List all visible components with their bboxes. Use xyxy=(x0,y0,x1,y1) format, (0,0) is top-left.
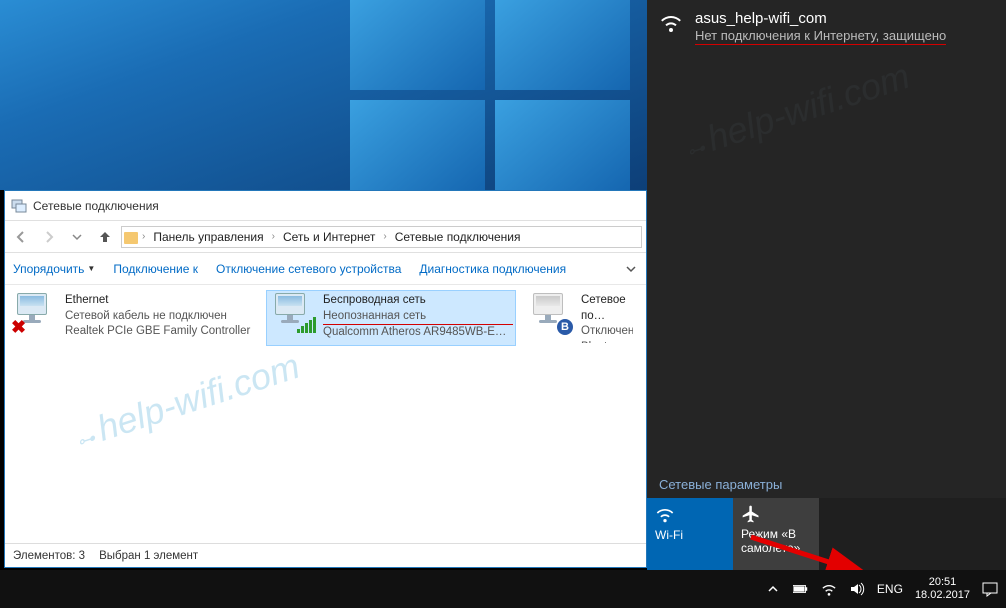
network-connections-icon xyxy=(11,198,27,214)
tile-label-line2: самолете» xyxy=(741,541,800,555)
connection-item-bluetooth[interactable]: B Сетевое по… Отключено Bluetooth D… xyxy=(525,291,635,345)
network-flyout-panel: asus_help-wifi_com Нет подключения к Инт… xyxy=(647,0,1006,570)
nav-forward-button[interactable] xyxy=(37,225,61,249)
tile-label-line1: Режим «В xyxy=(741,527,796,541)
tile-label: Wi-Fi xyxy=(655,528,683,542)
taskbar: ENG 20:51 18.02.2017 xyxy=(0,570,1006,608)
breadcrumb-seg[interactable]: Панель управления xyxy=(149,230,267,244)
disable-device-button[interactable]: Отключение сетевого устройства xyxy=(216,262,401,276)
airplane-mode-tile[interactable]: Режим «В самолете» xyxy=(733,498,819,570)
connections-list: ✖ Ethernet Сетевой кабель не подключен R… xyxy=(5,285,646,351)
nav-dropdown-button[interactable] xyxy=(65,225,89,249)
tray-language-indicator[interactable]: ENG xyxy=(877,582,903,596)
network-quick-tiles: Wi-Fi Режим «В самолете» xyxy=(647,498,1006,570)
wifi-icon xyxy=(655,504,675,524)
wifi-connection-state: Нет подключения к Интернету, защищено xyxy=(695,28,946,45)
connection-detail: Realtek PCIe GBE Family Controller xyxy=(65,324,255,340)
connection-detail: Qualcomm Atheros AR9485WB-E… xyxy=(323,325,513,341)
ethernet-adapter-icon: ✖ xyxy=(11,293,55,333)
tray-battery-icon[interactable] xyxy=(793,581,809,597)
connection-name: Ethernet xyxy=(65,293,255,309)
connection-item-wireless[interactable]: Беспроводная сеть Неопознанная сеть Qual… xyxy=(267,291,515,345)
airplane-icon xyxy=(741,504,761,524)
bluetooth-adapter-icon: B xyxy=(527,293,571,333)
connection-status: Сетевой кабель не подключен xyxy=(65,309,255,325)
tray-action-center-icon[interactable] xyxy=(982,581,998,597)
status-selected-count: Выбран 1 элемент xyxy=(99,550,198,562)
network-settings-label: Сетевые параметры xyxy=(659,477,782,492)
breadcrumb-seg[interactable]: Сеть и Интернет xyxy=(279,230,379,244)
toolbar-overflow-button[interactable] xyxy=(624,262,638,276)
desktop-wallpaper xyxy=(0,0,647,190)
organize-menu[interactable]: Упорядочить▼ xyxy=(13,262,95,276)
chevron-down-icon: ▼ xyxy=(87,264,95,273)
status-bar: Элементов: 3 Выбран 1 элемент xyxy=(5,543,646,567)
tray-volume-icon[interactable] xyxy=(849,581,865,597)
nav-back-button[interactable] xyxy=(9,225,33,249)
breadcrumb-seg[interactable]: Сетевые подключения xyxy=(391,230,525,244)
title-bar[interactable]: Сетевые подключения xyxy=(5,191,646,221)
address-bar[interactable]: › Панель управления › Сеть и Интернет › … xyxy=(121,226,642,248)
tray-time: 20:51 xyxy=(915,576,970,589)
disconnected-x-icon: ✖ xyxy=(11,317,26,338)
connection-detail: Bluetooth D… xyxy=(581,340,633,343)
breadcrumb-separator-icon: › xyxy=(140,231,147,242)
bluetooth-badge-icon: B xyxy=(557,319,573,335)
connection-name: Сетевое по… xyxy=(581,293,633,324)
navigation-bar: › Панель управления › Сеть и Интернет › … xyxy=(5,221,646,253)
toolbar: Упорядочить▼ Подключение к Отключение се… xyxy=(5,253,646,285)
tray-date: 18.02.2017 xyxy=(915,589,970,602)
tray-clock[interactable]: 20:51 18.02.2017 xyxy=(915,576,970,602)
connect-to-button[interactable]: Подключение к xyxy=(113,262,198,276)
wifi-icon xyxy=(659,10,683,34)
wifi-network-entry[interactable]: asus_help-wifi_com Нет подключения к Инт… xyxy=(647,0,1006,49)
network-connections-window: Сетевые подключения › Панель управления … xyxy=(4,190,647,568)
signal-bars-icon xyxy=(297,317,316,333)
tray-chevron-up-icon[interactable] xyxy=(765,581,781,597)
wifi-ssid: asus_help-wifi_com xyxy=(695,10,946,27)
status-item-count: Элементов: 3 xyxy=(13,550,85,562)
wifi-toggle-tile[interactable]: Wi-Fi xyxy=(647,498,733,570)
wifi-adapter-icon xyxy=(269,293,313,333)
connection-status: Неопознанная сеть xyxy=(323,309,513,326)
diagnose-connection-button[interactable]: Диагностика подключения xyxy=(419,262,566,276)
breadcrumb-separator-icon: › xyxy=(381,231,388,242)
connection-item-ethernet[interactable]: ✖ Ethernet Сетевой кабель не подключен R… xyxy=(9,291,257,345)
breadcrumb-separator-icon: › xyxy=(270,231,277,242)
tray-wifi-icon[interactable] xyxy=(821,581,837,597)
connection-status: Отключено xyxy=(581,324,633,340)
folder-icon xyxy=(124,232,138,244)
nav-up-button[interactable] xyxy=(93,225,117,249)
connection-name: Беспроводная сеть xyxy=(323,293,513,309)
window-title: Сетевые подключения xyxy=(33,199,159,213)
system-tray: ENG 20:51 18.02.2017 xyxy=(765,576,1006,602)
